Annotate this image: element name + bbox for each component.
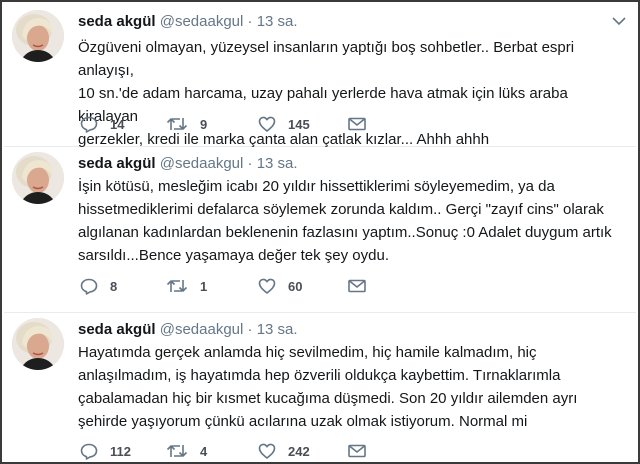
retweet-button[interactable]: 9 [166, 114, 207, 134]
tweet-text: İşin kötüsü, mesleğim icabı 20 yıldır hi… [78, 175, 622, 267]
like-count: 145 [288, 116, 310, 132]
avatar[interactable] [12, 318, 64, 370]
tweet-header: seda akgül @sedaakgul · 13 sa. [78, 321, 616, 339]
reply-button[interactable]: 14 [80, 114, 124, 134]
retweet-icon [166, 445, 188, 457]
like-count: 60 [288, 278, 303, 294]
tweet[interactable]: seda akgül @sedaakgul · 13 sa. Özgüveni … [4, 4, 636, 148]
author-handle[interactable]: @sedaakgul [160, 13, 244, 30]
retweet-count: 1 [200, 278, 208, 294]
tweet-text: Hayatımda gerçek anlamda hiç sevilmedim,… [78, 341, 622, 433]
author-name[interactable]: seda akgül [78, 321, 156, 338]
retweet-count: 4 [200, 443, 208, 459]
retweet-icon [166, 280, 188, 292]
like-button[interactable]: 242 [258, 441, 310, 461]
author-name[interactable]: seda akgül [78, 155, 156, 172]
retweet-button[interactable]: 1 [166, 276, 207, 296]
message-button[interactable] [348, 114, 366, 134]
like-icon [258, 116, 276, 132]
tweet-text-line: Özgüveni olmayan, yüzeysel insanların ya… [78, 39, 575, 79]
tweet-time[interactable]: 13 sa. [257, 155, 298, 172]
tweet[interactable]: seda akgül @sedaakgul · 13 sa. İşin kötü… [4, 146, 636, 313]
tweet-text-line: Hayatımda gerçek anlamda hiç sevilmedim,… [78, 344, 537, 361]
tweet-text-line: sarsıldı...Bence yaşamaya değer tek şey … [78, 247, 389, 264]
message-button[interactable] [348, 441, 366, 461]
retweet-button[interactable]: 4 [166, 441, 207, 461]
separator-dot: · [247, 321, 253, 338]
avatar[interactable] [12, 152, 64, 204]
tweet-time[interactable]: 13 sa. [257, 13, 298, 30]
reply-icon [80, 116, 98, 133]
reply-button[interactable]: 112 [80, 441, 131, 461]
like-button[interactable]: 145 [258, 114, 310, 134]
author-name[interactable]: seda akgül [78, 13, 156, 30]
reply-button[interactable]: 8 [80, 276, 117, 296]
retweet-icon [166, 118, 188, 130]
chevron-down-icon[interactable] [612, 16, 626, 26]
message-icon [348, 279, 366, 293]
tweet-text-line: çabalamadan hiç bir kısmet kucağıma düşm… [78, 390, 578, 407]
like-button[interactable]: 60 [258, 276, 302, 296]
separator-dot: · [247, 13, 253, 30]
avatar[interactable] [12, 10, 64, 62]
reply-icon [80, 278, 98, 295]
tweet-time[interactable]: 13 sa. [257, 321, 298, 338]
message-icon [348, 117, 366, 131]
reply-count: 112 [110, 443, 131, 459]
tweet-text-line: İşin kötüsü, mesleğim icabı 20 yıldır hi… [78, 178, 555, 195]
retweet-count: 9 [200, 116, 208, 132]
reply-count: 8 [110, 278, 118, 294]
tweet-timeline: seda akgül @sedaakgul · 13 sa. Özgüveni … [0, 0, 640, 464]
message-icon [348, 444, 366, 458]
tweet-text-line: şehirde yaşıyorum çünkü acılarına uzak o… [78, 413, 528, 430]
tweet-text-line: algılanan kadınlardan beklenenin fazlası… [78, 224, 612, 241]
like-icon [258, 443, 276, 459]
author-handle[interactable]: @sedaakgul [160, 321, 244, 338]
reply-count: 14 [110, 116, 125, 132]
tweet-text-line: hissetmediklerimi defalarca söylemek zor… [78, 201, 604, 218]
tweet[interactable]: seda akgül @sedaakgul · 13 sa. Hayatımda… [4, 312, 636, 464]
tweet-header: seda akgül @sedaakgul · 13 sa. [78, 13, 616, 31]
tweet-header: seda akgül @sedaakgul · 13 sa. [78, 155, 616, 173]
tweet-text-line: anlaşılmadım, iş hayatımda hep özverili … [78, 367, 561, 384]
separator-dot: · [247, 155, 253, 172]
like-icon [258, 278, 276, 294]
author-handle[interactable]: @sedaakgul [160, 155, 244, 172]
message-button[interactable] [348, 276, 366, 296]
like-count: 242 [288, 443, 310, 459]
reply-icon [80, 443, 98, 460]
